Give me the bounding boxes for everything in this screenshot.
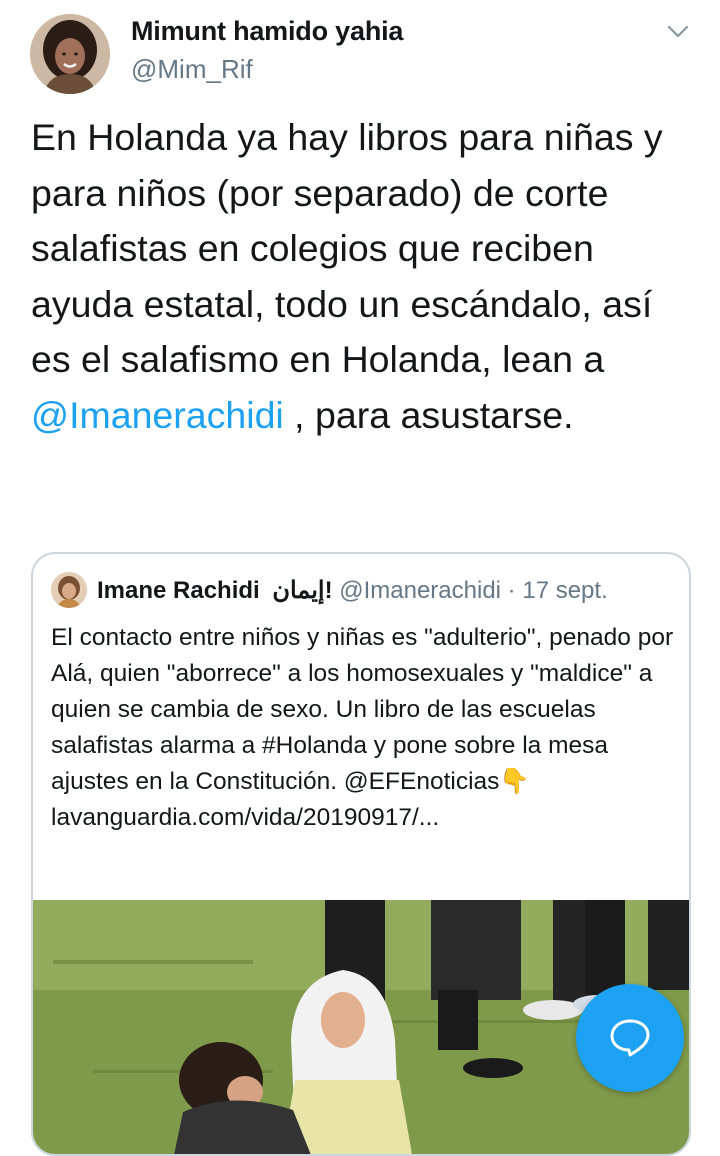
quoted-author-avatar <box>51 572 87 608</box>
reply-bubble-icon <box>610 1019 650 1057</box>
quoted-tweet-link[interactable]: lavanguardia.com/vida/20190917/... <box>51 804 439 831</box>
separator-dot: · <box>507 577 516 604</box>
user-avatar-icon <box>51 572 87 608</box>
tweet-text: En Holanda ya hay libros para niñas y pa… <box>31 110 701 443</box>
author-name[interactable]: Mimunt hamido yahia <box>131 16 403 47</box>
arabic-name-text: إيمان <box>272 577 325 604</box>
compose-reply-button[interactable] <box>576 984 684 1092</box>
quoted-author-handle[interactable]: @Imanerachidi <box>339 577 501 604</box>
author-handle[interactable]: @Mim_Rif <box>131 54 253 85</box>
quoted-author-name-arabic: إيمان! <box>272 577 332 604</box>
tweet-text-part: , para asustarse. <box>283 393 574 436</box>
chevron-down-icon[interactable] <box>664 18 692 46</box>
quoted-tweet-text: El contacto entre niños y niñas es "adul… <box>51 620 676 836</box>
quoted-tweet-body: El contacto entre niños y niñas es "adul… <box>51 624 674 795</box>
mention-link[interactable]: @Imanerachidi <box>31 394 284 436</box>
arabic-name-mark: ! <box>324 577 333 604</box>
quoted-author-name[interactable]: Imane Rachidi <box>97 577 260 604</box>
tweet-author-avatar[interactable] <box>30 14 110 94</box>
quoted-tweet-header: Imane Rachidi إيمان! @Imanerachidi · 17 … <box>97 576 608 605</box>
user-avatar-icon <box>30 14 110 94</box>
tweet-text-part: En Holanda ya hay libros para niñas y pa… <box>31 116 663 380</box>
pointing-down-emoji: 👇 <box>499 768 530 795</box>
quoted-tweet-date[interactable]: 17 sept. <box>522 577 607 604</box>
